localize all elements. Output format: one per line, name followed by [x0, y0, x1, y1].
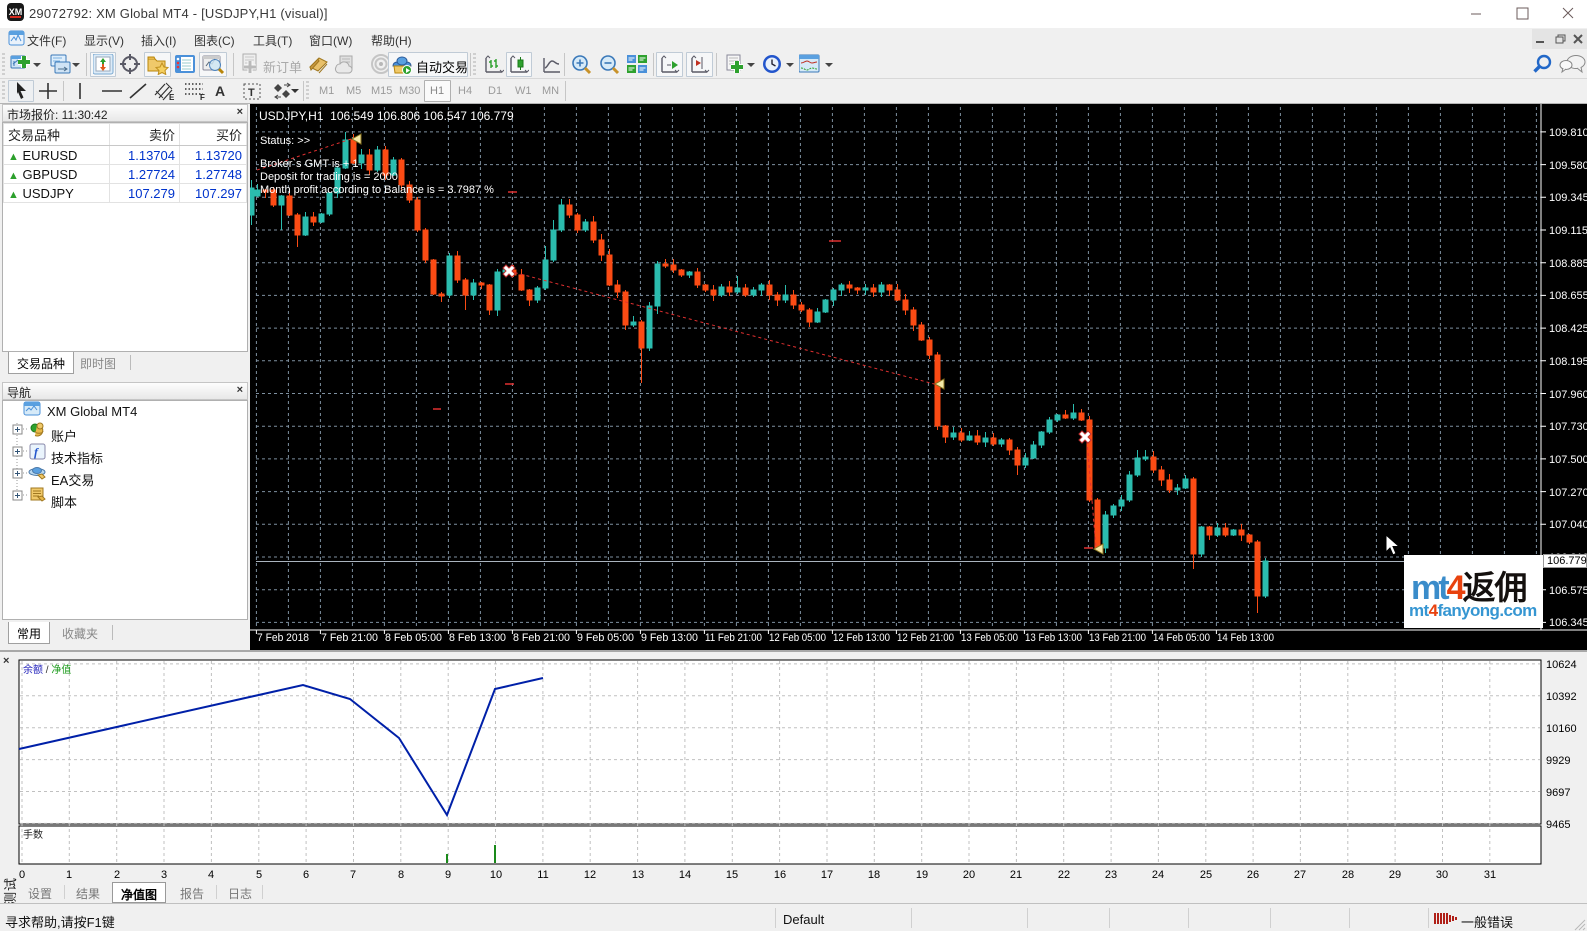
svg-text:Deposit for trading is = 2000: Deposit for trading is = 2000: [260, 171, 398, 183]
svg-text:8 Feb 05:00: 8 Feb 05:00: [385, 632, 442, 644]
svg-text:0: 0: [19, 869, 25, 881]
svg-text:19: 19: [916, 869, 928, 881]
svg-text:109.115: 109.115: [1549, 225, 1587, 237]
svg-text:8 Feb 13:00: 8 Feb 13:00: [449, 632, 506, 644]
svg-text:26: 26: [1247, 869, 1259, 881]
svg-text:7: 7: [350, 869, 356, 881]
svg-text:T: T: [248, 87, 255, 99]
svg-text:11: 11: [537, 869, 548, 881]
svg-text:20: 20: [963, 869, 975, 881]
svg-text:13: 13: [632, 869, 644, 881]
svg-text:10624: 10624: [1546, 659, 1577, 671]
svg-text:7 Feb 21:00: 7 Feb 21:00: [321, 632, 378, 644]
svg-text:12: 12: [584, 869, 596, 881]
svg-text:21: 21: [1010, 869, 1022, 881]
svg-text:14 Feb 05:00: 14 Feb 05:00: [1153, 632, 1210, 644]
svg-text:9465: 9465: [1546, 819, 1570, 831]
svg-text:1: 1: [66, 869, 72, 881]
svg-text:24: 24: [1152, 869, 1164, 881]
svg-text:18: 18: [868, 869, 880, 881]
svg-text:4: 4: [208, 869, 214, 881]
svg-text:30: 30: [1436, 869, 1448, 881]
svg-text:9: 9: [445, 869, 451, 881]
svg-text:109.810: 109.810: [1549, 127, 1587, 139]
svg-text:16: 16: [774, 869, 786, 881]
svg-text:Status: >>: Status: >>: [260, 135, 310, 147]
svg-text:17: 17: [821, 869, 833, 881]
svg-text:31: 31: [1484, 869, 1496, 881]
svg-text:25: 25: [1200, 869, 1212, 881]
svg-text:12 Feb 21:00: 12 Feb 21:00: [897, 632, 954, 644]
svg-text:106.345: 106.345: [1549, 617, 1587, 629]
svg-text:2: 2: [114, 869, 120, 881]
svg-text:E: E: [169, 93, 175, 101]
svg-text:3: 3: [161, 869, 167, 881]
svg-text:6: 6: [303, 869, 309, 881]
svg-text:108.195: 108.195: [1549, 356, 1587, 368]
svg-text:13 Feb 05:00: 13 Feb 05:00: [961, 632, 1018, 644]
svg-text:13 Feb 21:00: 13 Feb 21:00: [1089, 632, 1146, 644]
svg-text:15: 15: [726, 869, 738, 881]
svg-text:10: 10: [490, 869, 502, 881]
svg-text:14 Feb 13:00: 14 Feb 13:00: [1217, 632, 1274, 644]
svg-text:107.040: 107.040: [1549, 519, 1587, 531]
svg-text:USDJPY,H1 106.549 106.806 106: USDJPY,H1 106.549 106.806 106.547 106.77…: [259, 109, 514, 123]
svg-text:8: 8: [398, 869, 404, 881]
svg-text:14: 14: [679, 869, 691, 881]
svg-text:109.345: 109.345: [1549, 192, 1587, 204]
svg-text:108.425: 108.425: [1549, 323, 1587, 335]
svg-text:107.500: 107.500: [1549, 454, 1587, 466]
svg-text:28: 28: [1342, 869, 1354, 881]
svg-text:23: 23: [1105, 869, 1117, 881]
svg-text:29: 29: [1389, 869, 1401, 881]
svg-text:27: 27: [1294, 869, 1306, 881]
svg-text:22: 22: [1058, 869, 1070, 881]
svg-text:12 Feb 05:00: 12 Feb 05:00: [769, 632, 826, 644]
svg-text:107.270: 107.270: [1549, 487, 1587, 499]
svg-text:9929: 9929: [1546, 755, 1570, 767]
svg-text:10392: 10392: [1546, 691, 1577, 703]
svg-text:Broker`s GMT is + 1: Broker`s GMT is + 1: [260, 158, 359, 170]
svg-text:手数: 手数: [23, 828, 43, 841]
svg-text:8 Feb 21:00: 8 Feb 21:00: [513, 632, 570, 644]
svg-text:9 Feb 13:00: 9 Feb 13:00: [641, 632, 698, 644]
svg-text:10160: 10160: [1546, 723, 1577, 735]
svg-text:109.580: 109.580: [1549, 160, 1587, 172]
svg-text:F: F: [200, 93, 205, 101]
svg-text:13 Feb 13:00: 13 Feb 13:00: [1025, 632, 1082, 644]
svg-text:108.655: 108.655: [1549, 290, 1587, 302]
svg-text:107.730: 107.730: [1549, 421, 1587, 433]
svg-text:5: 5: [256, 869, 262, 881]
svg-text:12 Feb 13:00: 12 Feb 13:00: [833, 632, 890, 644]
svg-text:7 Feb 2018: 7 Feb 2018: [257, 632, 309, 644]
svg-text:107.960: 107.960: [1549, 389, 1587, 401]
svg-text:108.885: 108.885: [1549, 258, 1587, 270]
svg-text:11 Feb 21:00: 11 Feb 21:00: [705, 632, 762, 644]
svg-text:106.575: 106.575: [1549, 585, 1587, 597]
svg-text:Month profit according to Bala: Month profit according to Balance is = 3…: [260, 184, 494, 196]
svg-text:9697: 9697: [1546, 787, 1570, 799]
svg-text:9 Feb 05:00: 9 Feb 05:00: [577, 632, 634, 644]
svg-text:余额 / 净值: 余额 / 净值: [23, 663, 71, 676]
